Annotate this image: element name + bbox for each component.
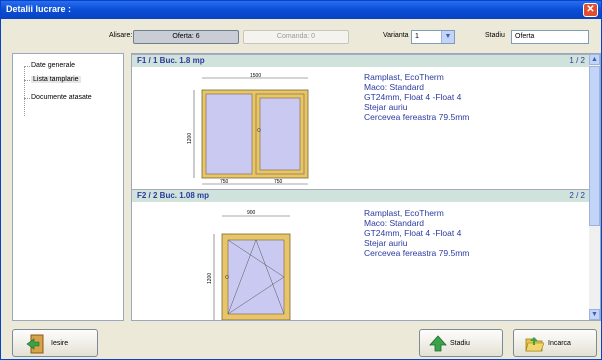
stadiu-value: Oferta: [515, 33, 535, 40]
comanda-button[interactable]: Comanda: 0: [243, 30, 349, 44]
close-icon[interactable]: ✕: [583, 3, 598, 17]
item-specs: Ramplast, EcoTherm Maco: Standard GT24mm…: [364, 208, 470, 258]
dim-right: 750: [274, 179, 283, 185]
dim-width: 1500: [250, 73, 261, 79]
iesire-button[interactable]: Iesire: [12, 329, 98, 357]
iesire-label: Iesire: [51, 340, 69, 347]
item-header[interactable]: F1 / 1 Buc. 1.8 mp 1 / 2: [132, 54, 590, 67]
item-page: 2 / 2: [569, 191, 585, 200]
varianta-value: 1: [415, 33, 419, 40]
item-specs: Ramplast, EcoTherm Maco: Standard GT24mm…: [364, 72, 470, 122]
item-page: 1 / 2: [569, 56, 585, 65]
sidebar-item-lista-tamplarie[interactable]: Lista tamplarie: [24, 74, 81, 86]
varianta-select[interactable]: 1 ▼: [411, 30, 455, 44]
sidebar-item-date-generale[interactable]: Date generale: [24, 60, 75, 72]
stadiu-label: Stadiu: [485, 32, 505, 39]
top-toolbar: Alisare: Oferta: 6 Comanda: 0 Varianta 1…: [1, 29, 601, 45]
dim-width: 900: [247, 210, 256, 216]
folder-open-icon: [525, 337, 544, 352]
window-drawing-f2[interactable]: 900 1200: [192, 206, 312, 321]
alisare-label: Alisare:: [109, 32, 133, 39]
exit-door-icon: [26, 334, 44, 354]
scroll-up-icon[interactable]: ▲: [589, 54, 600, 65]
scroll-thumb[interactable]: [589, 66, 600, 226]
arrow-up-icon: [429, 335, 447, 352]
dim-height: 1200: [187, 133, 193, 144]
sidebar-item-documente-atasate[interactable]: Documente atasate: [24, 92, 92, 104]
chevron-down-icon[interactable]: ▼: [441, 31, 454, 43]
window-list-panel: F1 / 1 Buc. 1.8 mp 1 / 2 1500 1200 750 7…: [131, 53, 601, 321]
stadiu-button-label: Stadiu: [450, 340, 470, 347]
detalii-lucrare-window: Detalii lucrare : ✕ Alisare: Oferta: 6 C…: [0, 0, 602, 360]
item-title: F2 / 2 Buc. 1.08 mp: [137, 191, 210, 200]
sidebar-tree: Date generale Lista tamplarie Documente …: [12, 53, 124, 321]
dim-left: 750: [220, 179, 229, 185]
incarca-label: Incarca: [548, 340, 571, 347]
window-drawing-f1[interactable]: 1500 1200 750 750: [172, 72, 322, 192]
stadiu-field[interactable]: Oferta: [511, 30, 589, 44]
varianta-label: Varianta: [383, 32, 409, 39]
oferta-button[interactable]: Oferta: 6: [133, 30, 239, 44]
incarca-button[interactable]: Incarca: [513, 329, 597, 357]
stadiu-button[interactable]: Stadiu: [419, 329, 503, 357]
item-title: F1 / 1 Buc. 1.8 mp: [137, 56, 205, 65]
dim-height: 1200: [207, 273, 213, 284]
scroll-down-icon[interactable]: ▼: [589, 309, 600, 320]
vertical-scrollbar[interactable]: ▲ ▼: [589, 54, 600, 320]
item-header[interactable]: F2 / 2 Buc. 1.08 mp 2 / 2: [132, 189, 590, 202]
window-title: Detalii lucrare :: [6, 4, 72, 14]
title-bar: Detalii lucrare : ✕: [1, 1, 601, 19]
